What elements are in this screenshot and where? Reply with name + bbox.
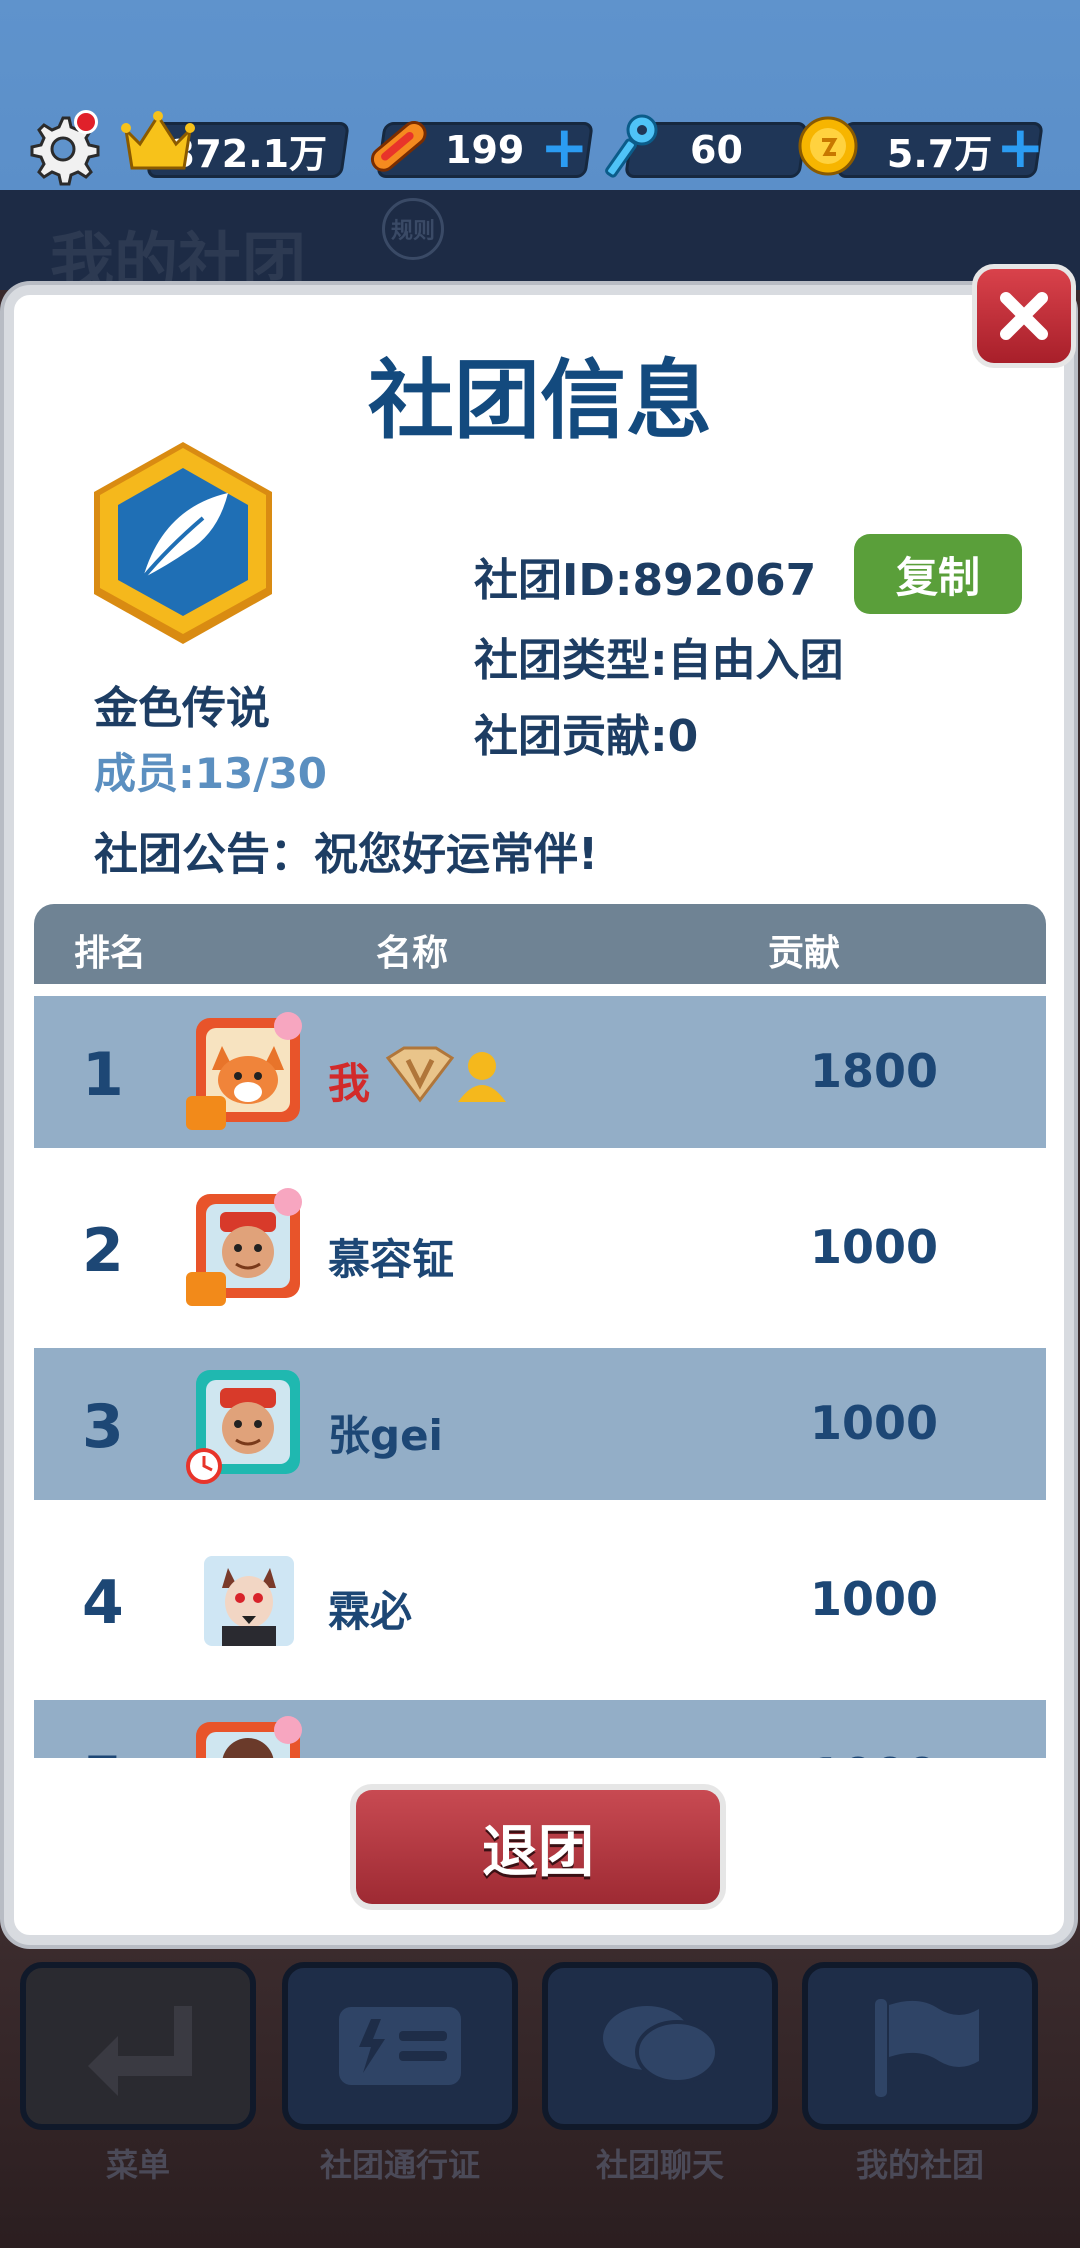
row-rank: 4 — [82, 1568, 124, 1638]
row-player-name: 我 — [328, 1059, 371, 1108]
header-name: 名称 — [376, 933, 449, 974]
row-rank: 2 — [82, 1216, 124, 1286]
copy-id-button[interactable]: 复制 — [854, 534, 1022, 614]
row-player-name: 张gei — [328, 1411, 443, 1460]
dialog-title: 社团信息 — [368, 351, 712, 451]
table-row[interactable]: 2 慕容钲 1000 — [34, 1172, 1046, 1324]
club-contribution: 社团贡献:0 — [474, 711, 699, 762]
club-notice: 社团公告：祝您好运常伴! — [94, 829, 599, 880]
row-contribution: 1000 — [810, 1572, 939, 1626]
key-icon — [604, 112, 664, 188]
header-contribution: 贡献 — [768, 933, 841, 974]
row-rank: 1 — [82, 1040, 124, 1110]
leave-club-button[interactable]: 退团 — [350, 1784, 726, 1910]
add-coins-button[interactable]: + — [996, 118, 1045, 176]
masked-avatar-icon — [182, 1538, 312, 1668]
table-row[interactable]: 3 张gei 1000 — [34, 1348, 1046, 1500]
row-player-name: 霖必 — [328, 1587, 413, 1636]
row-player-name: 慕容钲 — [328, 1235, 455, 1284]
table-row[interactable]: 5 1000 — [34, 1700, 1046, 1758]
club-badge-feather-icon — [88, 438, 278, 648]
row-contribution: 1000 — [810, 1220, 939, 1274]
club-member-count: 成员:13/30 — [94, 749, 328, 798]
row-contribution: 1800 — [810, 1044, 939, 1098]
menu-nav-label: 菜单 — [105, 2146, 170, 2184]
member-table[interactable]: 1 我 1800 2 慕容钲 1000 3 张gei 1000 4 霖必 100… — [34, 996, 1046, 1758]
rules-button[interactable]: 规则 — [382, 198, 444, 260]
fox-avatar-icon — [182, 1010, 312, 1140]
row-rank: 3 — [82, 1392, 124, 1462]
add-boards-button[interactable]: + — [540, 118, 589, 176]
club-pass-nav-label: 社团通行证 — [319, 2146, 480, 2184]
runner-avatar-icon — [182, 1362, 312, 1492]
club-name: 金色传说 — [94, 683, 270, 734]
club-type: 社团类型:自由入团 — [474, 635, 844, 686]
return-arrow-icon — [88, 2006, 192, 2096]
leave-club-label: 退团 — [356, 1790, 720, 1904]
table-row[interactable]: 4 霖必 1000 — [34, 1524, 1046, 1676]
club-pass-nav-button[interactable] — [282, 1962, 518, 2130]
club-id: 社团ID:892067 — [474, 555, 817, 606]
crown-icon — [120, 108, 196, 182]
flag-icon — [875, 1999, 979, 2097]
hoverboard-icon — [362, 114, 434, 184]
runner-avatar-icon — [182, 1714, 312, 1758]
notification-dot — [74, 110, 98, 134]
my-club-nav-label: 我的社团 — [855, 2146, 984, 2184]
coin-icon — [796, 114, 860, 182]
key-count: 60 — [689, 128, 743, 172]
member-table-header: 排名 名称 贡献 — [34, 904, 1046, 984]
row-rank: 5 — [82, 1744, 124, 1758]
chat-bubbles-icon — [603, 2006, 719, 2084]
row-contribution: 1000 — [810, 1396, 939, 1450]
board-count: 199 — [445, 128, 525, 172]
runner-avatar-icon — [182, 1186, 312, 1316]
menu-nav-button[interactable] — [20, 1962, 256, 2130]
vip-diamond-icon — [385, 1046, 506, 1103]
row-contribution: 1000 — [810, 1748, 938, 1758]
header-rank: 排名 — [74, 933, 147, 974]
club-chat-nav-button[interactable] — [542, 1962, 778, 2130]
club-chat-nav-label: 社团聊天 — [595, 2146, 724, 2184]
table-row[interactable]: 1 我 1800 — [34, 996, 1046, 1148]
settings-gear-icon[interactable] — [26, 110, 100, 186]
my-club-nav-button[interactable] — [802, 1962, 1038, 2130]
pass-card-icon — [339, 2007, 461, 2085]
coin-count: 5.7万 — [887, 131, 993, 176]
